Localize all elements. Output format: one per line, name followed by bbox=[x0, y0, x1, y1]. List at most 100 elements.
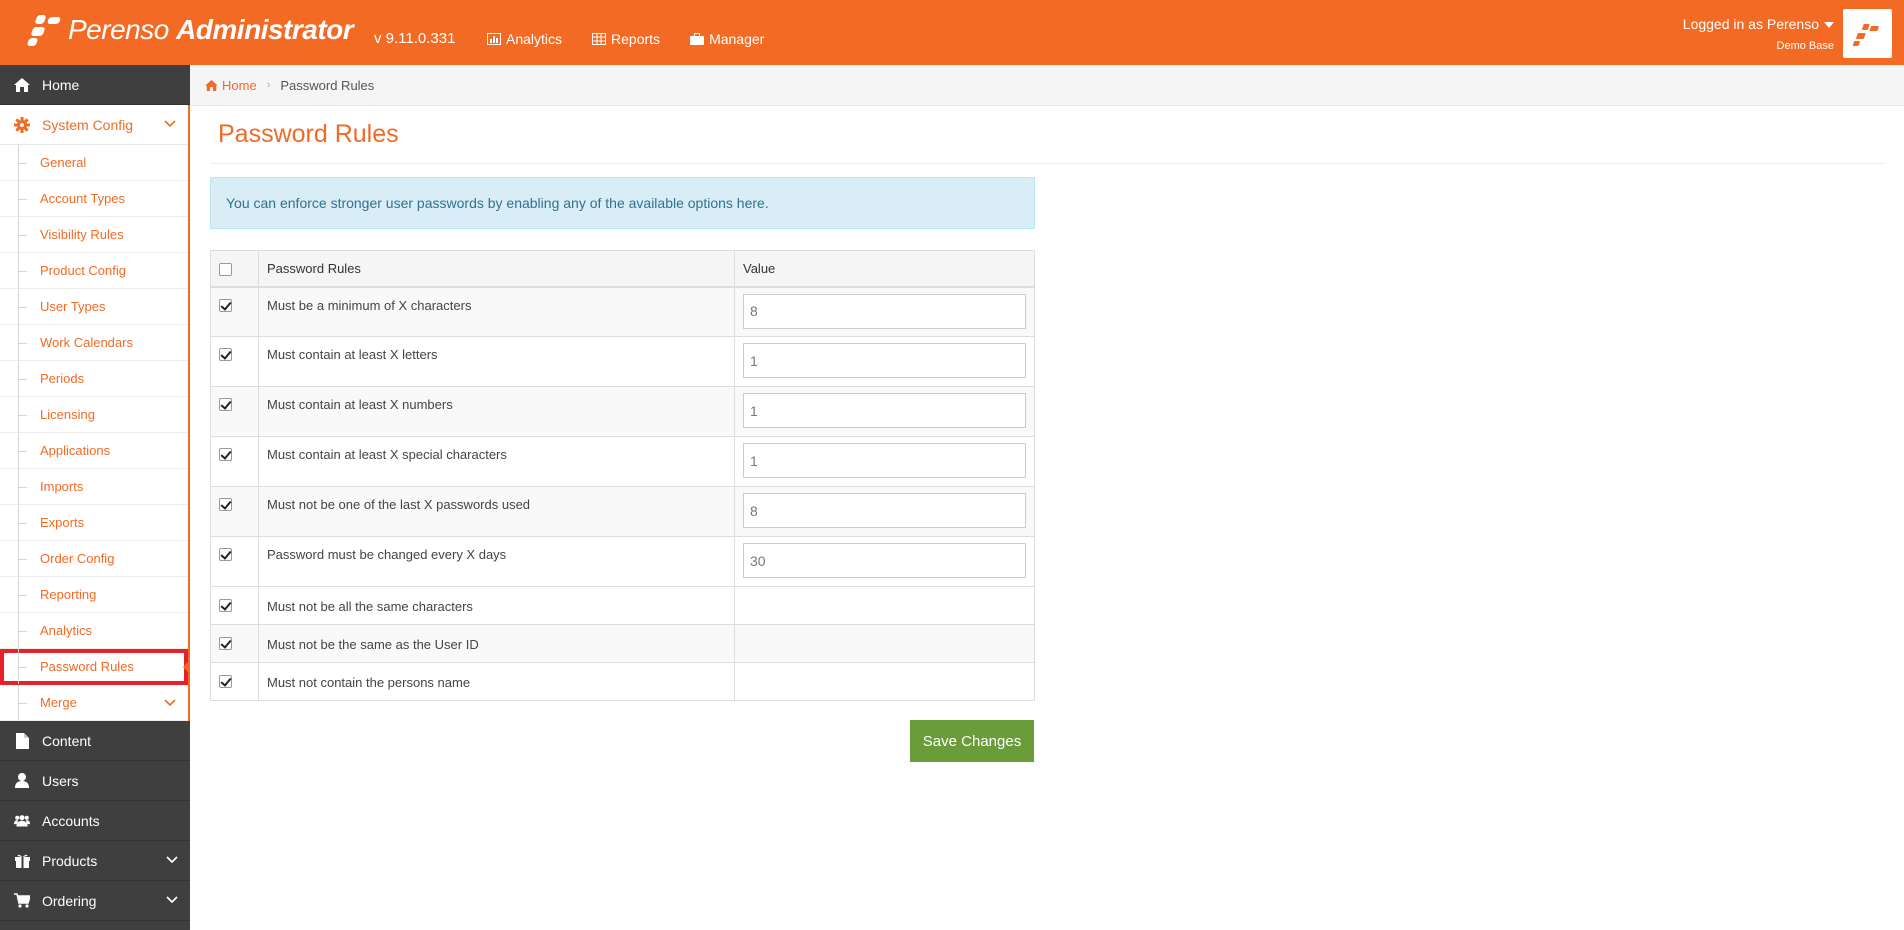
user-menu[interactable]: Logged in as Perenso Demo Base bbox=[1683, 16, 1834, 52]
sidebar-item-accounts[interactable]: Accounts bbox=[0, 801, 190, 841]
rule-cell: Must contain at least X special characte… bbox=[258, 436, 735, 487]
sidebar-subitem-work-calendars[interactable]: Work Calendars bbox=[0, 325, 188, 361]
sidebar-subitem-imports[interactable]: Imports bbox=[0, 469, 188, 505]
gear-icon bbox=[14, 116, 30, 133]
sidebar-subitem-account-types[interactable]: Account Types bbox=[0, 181, 188, 217]
table-row: Must contain at least X special characte… bbox=[210, 436, 1035, 487]
topnav-reports[interactable]: Reports bbox=[592, 31, 660, 47]
database-name: Demo Base bbox=[1776, 40, 1834, 52]
checkbox-cell bbox=[210, 624, 259, 663]
sidebar-subitem-applications[interactable]: Applications bbox=[0, 433, 188, 469]
rule-checkbox[interactable] bbox=[219, 498, 232, 511]
sidebar-subitem-order-config[interactable]: Order Config bbox=[0, 541, 188, 577]
rule-value-input[interactable] bbox=[743, 393, 1026, 428]
table-row: Must not be the same as the User ID bbox=[210, 624, 1035, 663]
system-config-group: System Config General Account Types Visi… bbox=[0, 105, 190, 721]
rule-cell: Must contain at least X letters bbox=[258, 336, 735, 387]
info-alert-text: You can enforce stronger user passwords … bbox=[226, 195, 769, 211]
sidebar-subitem-periods[interactable]: Periods bbox=[0, 361, 188, 397]
rule-checkbox[interactable] bbox=[219, 448, 232, 461]
save-changes-button[interactable]: Save Changes bbox=[910, 720, 1034, 762]
bar-chart-icon bbox=[487, 33, 501, 45]
rule-value-input[interactable] bbox=[743, 343, 1026, 378]
top-navigation: Analytics Reports Manager bbox=[487, 31, 764, 47]
sidebar-subitem-password-rules[interactable]: Password Rules bbox=[0, 649, 190, 685]
sidebar-item-ordering[interactable]: Ordering bbox=[0, 881, 190, 921]
rule-cell: Must contain at least X numbers bbox=[258, 386, 735, 437]
sidebar-subitem-reporting[interactable]: Reporting bbox=[0, 577, 188, 613]
sidebar-item-label: Accounts bbox=[42, 812, 100, 829]
sidebar-item-content[interactable]: Content bbox=[0, 721, 190, 761]
breadcrumb-home-label: Home bbox=[222, 77, 257, 93]
sidebar-subitem-label: Order Config bbox=[40, 551, 115, 566]
sidebar-item-label: Users bbox=[42, 772, 79, 789]
brand-logo[interactable]: Perenso Administrator bbox=[26, 10, 354, 50]
sidebar-item-home[interactable]: Home bbox=[0, 65, 190, 105]
sidebar-subitem-label: Reporting bbox=[40, 587, 97, 602]
sidebar-subitem-exports[interactable]: Exports bbox=[0, 505, 188, 541]
rule-value-input[interactable] bbox=[743, 293, 1026, 329]
title-divider bbox=[210, 163, 1885, 164]
breadcrumb-current: Password Rules bbox=[280, 77, 375, 93]
checkbox-cell bbox=[210, 286, 259, 337]
checkbox-cell bbox=[210, 586, 259, 625]
rule-cell: Must not contain the persons name bbox=[258, 662, 735, 701]
sidebar-subitem-user-types[interactable]: User Types bbox=[0, 289, 188, 325]
breadcrumb: Home › Password Rules bbox=[190, 65, 1904, 106]
table-icon bbox=[592, 33, 607, 45]
table-row: Must not be one of the last X passwords … bbox=[210, 486, 1035, 537]
sidebar-subitem-label: Product Config bbox=[40, 263, 126, 278]
value-cell bbox=[734, 586, 1035, 625]
users-group-icon bbox=[14, 813, 30, 829]
table-row: Must contain at least X numbers bbox=[210, 386, 1035, 437]
sidebar-subitem-label: Applications bbox=[40, 443, 111, 458]
value-cell bbox=[734, 536, 1035, 587]
rule-value-input[interactable] bbox=[743, 493, 1026, 528]
checkbox-cell bbox=[210, 662, 259, 701]
sidebar-item-products[interactable]: Products bbox=[0, 841, 190, 881]
sidebar-item-label: System Config bbox=[42, 116, 134, 133]
password-rules-table: Password Rules Value Must be a minimum o… bbox=[210, 250, 1035, 701]
rule-checkbox[interactable] bbox=[219, 548, 232, 561]
breadcrumb-home[interactable]: Home bbox=[205, 78, 257, 93]
rule-checkbox[interactable] bbox=[219, 298, 232, 312]
select-all-checkbox[interactable] bbox=[219, 262, 232, 276]
sidebar-item-label: Products bbox=[42, 852, 98, 869]
home-icon bbox=[14, 77, 30, 93]
rule-value-input[interactable] bbox=[743, 543, 1026, 578]
value-cell bbox=[734, 286, 1035, 337]
sidebar-subitem-visibility-rules[interactable]: Visibility Rules bbox=[0, 217, 188, 253]
rule-value-input[interactable] bbox=[743, 443, 1026, 478]
rule-checkbox[interactable] bbox=[219, 599, 232, 612]
sidebar-subitem-analytics[interactable]: Analytics bbox=[0, 613, 188, 649]
avatar[interactable] bbox=[1843, 9, 1892, 58]
breadcrumb-separator-icon: › bbox=[266, 79, 271, 91]
rule-label: Password must be changed every X days bbox=[267, 547, 507, 562]
rule-checkbox[interactable] bbox=[219, 675, 232, 688]
topnav-manager[interactable]: Manager bbox=[690, 31, 764, 47]
rule-label: Must not contain the persons name bbox=[267, 675, 471, 690]
sidebar-subitem-licensing[interactable]: Licensing bbox=[0, 397, 188, 433]
value-cell bbox=[734, 386, 1035, 437]
rule-cell: Must be a minimum of X characters bbox=[258, 286, 735, 337]
rule-label: Must not be the same as the User ID bbox=[267, 637, 479, 652]
table-row: Must contain at least X letters bbox=[210, 336, 1035, 387]
sidebar-subitem-product-config[interactable]: Product Config bbox=[0, 253, 188, 289]
perenso-logo-icon bbox=[26, 13, 62, 47]
sidebar-subitem-label: Licensing bbox=[40, 407, 95, 422]
sidebar-subitem-general[interactable]: General bbox=[0, 145, 188, 181]
value-cell bbox=[734, 624, 1035, 663]
rule-checkbox[interactable] bbox=[219, 637, 232, 650]
table-row: Must not contain the persons name bbox=[210, 662, 1035, 701]
topnav-analytics[interactable]: Analytics bbox=[487, 31, 562, 47]
sidebar-item-users[interactable]: Users bbox=[0, 761, 190, 801]
topnav-reports-label: Reports bbox=[611, 31, 661, 47]
rule-label: Must contain at least X numbers bbox=[267, 397, 453, 412]
column-header-rules: Password Rules bbox=[258, 250, 735, 288]
sidebar-item-system-config[interactable]: System Config bbox=[0, 105, 188, 145]
sidebar-subitem-merge[interactable]: Merge bbox=[0, 685, 188, 721]
rule-checkbox[interactable] bbox=[219, 348, 232, 361]
rule-checkbox[interactable] bbox=[219, 398, 232, 411]
table-row: Must not be all the same characters bbox=[210, 586, 1035, 625]
chevron-down-icon bbox=[164, 699, 176, 707]
